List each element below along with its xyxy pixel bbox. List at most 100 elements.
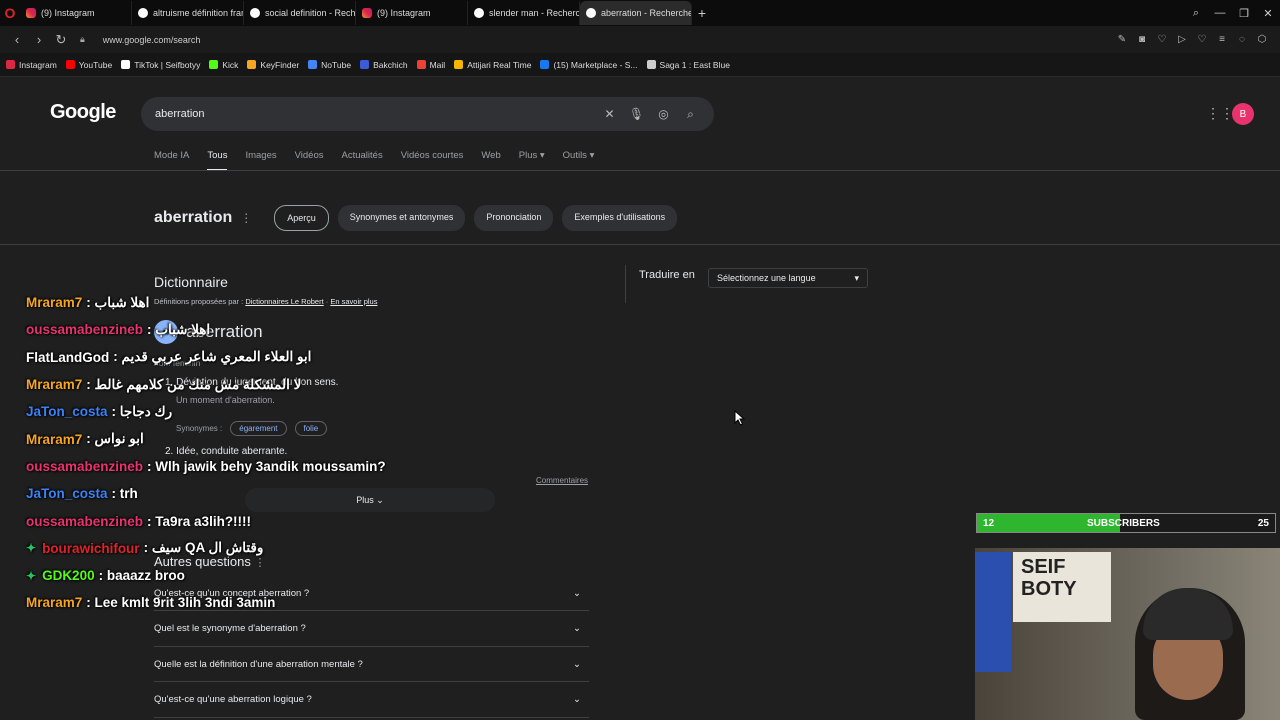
goal-current: 12 (983, 517, 995, 529)
word-chip[interactable]: Aperçu (274, 205, 329, 231)
google-logo[interactable]: Google (50, 101, 116, 124)
bookmark-item[interactable]: Bakchich (360, 60, 408, 70)
lens-icon[interactable]: ◎ (650, 107, 677, 121)
search-tab[interactable]: Vidéos (295, 150, 324, 171)
search-tab[interactable]: Tous (207, 150, 228, 171)
tab-4[interactable]: slender man - Recherche (468, 1, 580, 25)
bookmark-item[interactable]: (15) Marketplace - S... (540, 59, 638, 70)
reload-icon[interactable]: ↻ (50, 32, 72, 48)
search-tab[interactable]: Actualités (342, 150, 383, 171)
back-icon[interactable]: ‹ (6, 32, 28, 47)
wall-poster: SEIF BOTY (1013, 552, 1111, 622)
heart-icon[interactable]: ♡ (1152, 34, 1172, 45)
tab-3[interactable]: (9) Instagram (356, 1, 468, 25)
chevron-down-icon[interactable]: ⌄ (573, 623, 581, 634)
clear-icon[interactable]: ✕ (596, 107, 623, 121)
question-item[interactable]: Quel est le synonyme d'aberration ? ⌄ (154, 612, 589, 647)
bookmark-item[interactable]: Instagram (6, 60, 57, 70)
bookmark-icon (308, 60, 318, 69)
chat-message: oussamabenzineb: اهلا شباب (26, 316, 446, 343)
tab-5[interactable]: aberration - Recherche G (580, 1, 692, 25)
word-chip[interactable]: Exemples d'utilisations (562, 205, 678, 231)
bookmark-label: KeyFinder (260, 59, 300, 70)
word-chip[interactable]: Synonymes et antonymes (337, 205, 466, 231)
search-tab[interactable]: Mode IA (154, 150, 189, 171)
question-text: Qu'est-ce qu'une aberration logique ? (154, 694, 312, 705)
chat-username: Mraram7 (26, 431, 83, 447)
avatar[interactable]: B (1232, 103, 1254, 125)
play-icon[interactable]: ▷ (1172, 34, 1192, 45)
more-options-icon[interactable]: ⋮ (240, 211, 252, 225)
bookmark-item[interactable]: Saga 1 : East Blue (646, 60, 730, 70)
minimize-icon[interactable]: — (1208, 7, 1232, 19)
search-tab[interactable]: Web (481, 150, 500, 171)
close-icon[interactable]: ✕ (1256, 7, 1280, 20)
camera-icon[interactable]: ◙ (1132, 34, 1152, 45)
chat-message: ✦ GDK200: baaazz broo (26, 562, 446, 589)
chat-username: oussamabenzineb (26, 458, 144, 474)
divider (625, 265, 626, 303)
tab-2[interactable]: social definition - Recherc (244, 1, 356, 25)
chat-text: : Ta9ra a3lih?!!!! (147, 513, 252, 529)
search-icon[interactable]: ⌕ (677, 107, 704, 122)
search-nav-tabs: Mode IA Tous Images Vidéos Actualités Vidéos … (154, 150, 612, 171)
chevron-down-icon: ▾ (854, 272, 859, 283)
bookmark-item[interactable]: Mail (416, 60, 445, 70)
account-icon[interactable]: ◌ (1232, 34, 1252, 45)
question-item[interactable]: Quelle est la définition d'une aberratio… (154, 647, 589, 682)
chat-username: Mraram7 (26, 377, 83, 393)
bookmark-item[interactable]: KeyFinder (247, 60, 299, 70)
maximize-icon[interactable]: ❐ (1232, 7, 1256, 20)
bookmark-icon (416, 60, 426, 69)
comments-link[interactable]: Commentaires (536, 476, 588, 485)
stream-chat-overlay: Mraram7: اهلا شباب oussamabenzineb: اهلا … (26, 289, 446, 617)
search-tab[interactable]: Plus ▾ (519, 150, 545, 171)
question-item[interactable]: Qu'est-ce qu'une aberration logique ? ⌄ (154, 683, 589, 718)
chat-text: : baaazz broo (98, 568, 185, 584)
opera-logo-icon[interactable]: O (0, 0, 20, 26)
chat-message: FlatLandGod: ابو العلاء المعري شاعر عربي… (26, 344, 446, 371)
favorite-icon[interactable]: ♡ (1192, 34, 1212, 45)
search-tab[interactable]: Vidéos courtes (401, 150, 464, 171)
search-input[interactable]: aberration (155, 108, 205, 120)
bookmark-icon (360, 60, 370, 69)
bookmark-item[interactable]: YouTube (65, 60, 112, 70)
tab-label: social definition - Recherc (265, 8, 356, 18)
instagram-icon (362, 8, 372, 18)
bookmark-icon (6, 60, 15, 69)
bookmark-item[interactable]: Attijari Real Time (454, 60, 531, 70)
chevron-down-icon[interactable]: ⌄ (573, 588, 581, 599)
search-box[interactable]: aberration ✕ 🎙︎ ◎ ⌕ (141, 97, 714, 131)
tab-0[interactable]: (9) Instagram (20, 1, 132, 25)
edit-icon[interactable]: ✎ (1112, 34, 1132, 45)
language-select[interactable]: Sélectionnez une langue ▾ (708, 268, 868, 288)
tab-1[interactable]: altruisme définition franç (132, 1, 244, 25)
search-tabs-icon[interactable]: ⌕ (1184, 7, 1208, 20)
chat-text: : trh (111, 486, 138, 502)
new-tab-icon[interactable]: + (692, 5, 712, 21)
word-chip[interactable]: Prononciation (474, 205, 554, 231)
bookmark-icon (121, 60, 131, 69)
lock-icon[interactable]: 🔒︎ (80, 34, 85, 45)
mic-icon[interactable]: 🎙︎ (623, 107, 650, 121)
bookmark-item[interactable]: NoTube (308, 60, 351, 70)
google-icon (586, 8, 596, 18)
menu-icon[interactable]: ≡ (1212, 34, 1232, 45)
url-field[interactable]: www.google.com/search (103, 35, 201, 45)
bookmark-label: (15) Marketplace - S... (553, 59, 638, 70)
bookmark-item[interactable]: TikTok | Seifbotyy (121, 60, 200, 70)
dictionary-title: Dictionnaire (154, 274, 228, 290)
chevron-down-icon[interactable]: ⌄ (573, 694, 581, 705)
search-tab[interactable]: Images (245, 150, 276, 171)
chevron-down-icon[interactable]: ⌄ (573, 659, 581, 670)
chat-text: : لا المشكلة مش منك من كلامهم غالط (86, 376, 302, 392)
forward-icon[interactable]: › (28, 32, 50, 47)
extensions-icon[interactable]: ⬡ (1252, 34, 1272, 45)
bookmark-icon (209, 60, 219, 69)
address-bar: ‹ › ↻ 🔒︎ www.google.com/search ✎ ◙ ♡ ▷ ♡… (0, 26, 1280, 53)
tab-label: (9) Instagram (41, 8, 95, 18)
bookmark-item[interactable]: Kick (209, 60, 238, 70)
chat-text: : ابو العلاء المعري شاعر عربي قديم (113, 349, 312, 365)
webcam-feed: SEIF BOTY (975, 548, 1280, 720)
search-tab[interactable]: Outils ▾ (563, 150, 595, 171)
